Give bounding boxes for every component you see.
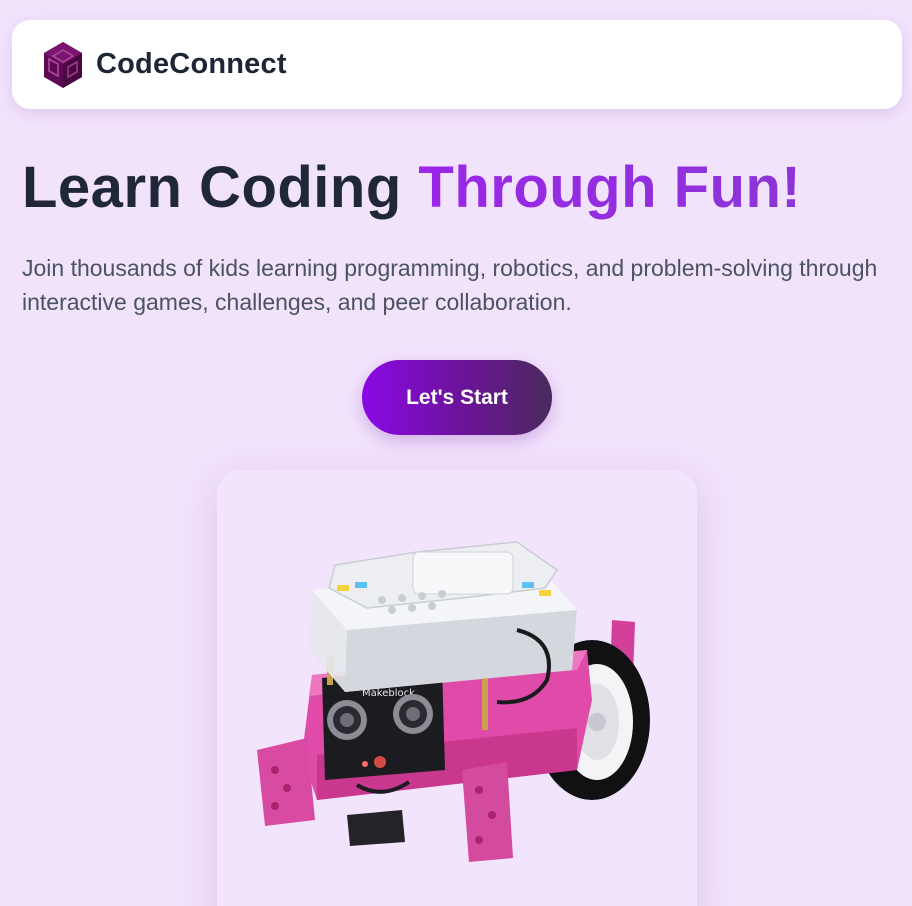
hero-title-accent: Through Fun! — [418, 155, 802, 220]
hero-title: Learn Coding Through Fun! — [22, 154, 801, 221]
robot-image: Makeblock — [257, 541, 650, 862]
hero-title-main: Learn Coding — [22, 155, 419, 220]
robot-image-card: Makeblock — [217, 470, 697, 906]
brand-name[interactable]: CodeConnect — [96, 48, 287, 81]
hero-subtitle: Join thousands of kids learning programm… — [22, 255, 878, 315]
navbar: CodeConnect — [12, 20, 902, 109]
lets-start-button[interactable]: Let's Start — [362, 360, 552, 435]
cube-logo-icon[interactable] — [42, 40, 84, 90]
